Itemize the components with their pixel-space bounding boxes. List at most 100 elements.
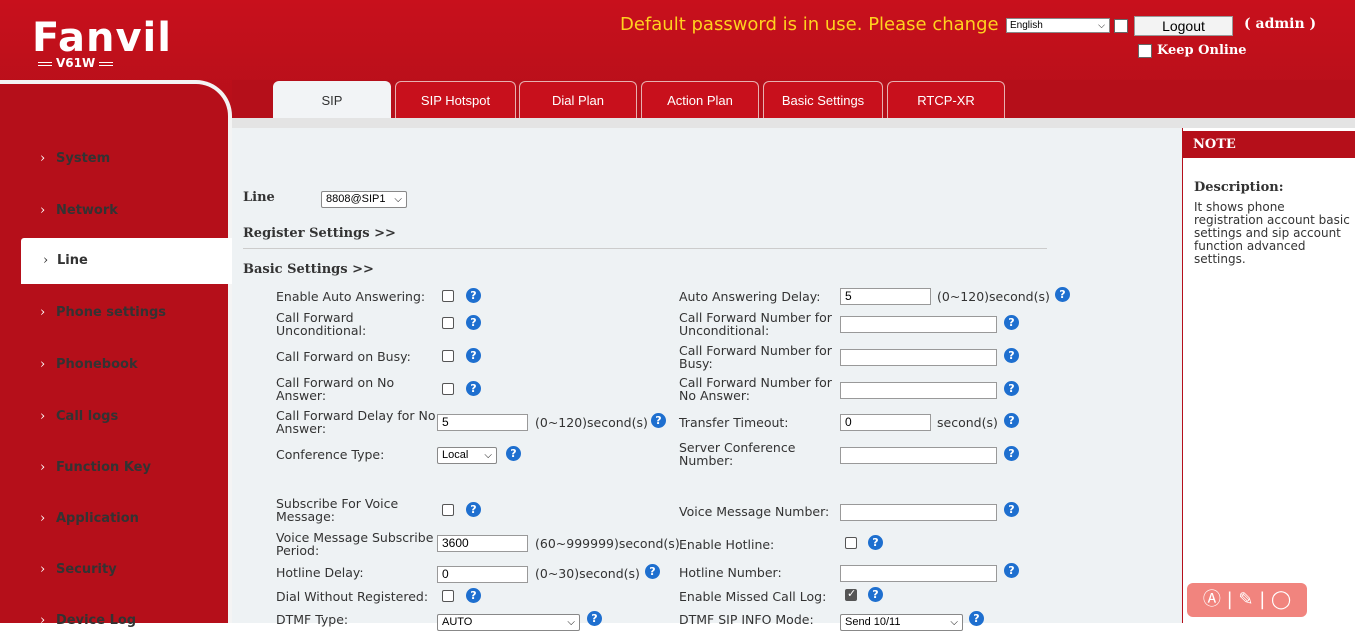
help-icon[interactable]: ?	[868, 535, 883, 550]
dtmf-type-label: DTMF Type:	[276, 612, 349, 627]
enable-hotline-checkbox[interactable]	[845, 537, 857, 549]
sidebar-item-device-log[interactable]: › Device Log	[0, 598, 230, 644]
logout-button[interactable]: Logout	[1134, 16, 1233, 36]
chevron-right-icon: ›	[40, 151, 46, 166]
auto-answer-delay-input[interactable]: 5	[840, 288, 931, 305]
server-conference-input[interactable]	[840, 447, 997, 464]
magic-wand-icon[interactable]: ✎	[1238, 589, 1253, 610]
conference-type-value: Local	[442, 449, 469, 461]
help-icon[interactable]: ?	[1004, 563, 1019, 578]
help-icon[interactable]: ?	[466, 288, 481, 303]
note-description-title: Description:	[1194, 180, 1284, 195]
conference-type-label: Conference Type:	[276, 447, 385, 462]
brand-logo: Fanvil	[32, 15, 172, 61]
transfer-timeout-unit: second(s)	[937, 415, 998, 430]
subscribe-voice-label: Subscribe For Voice Message:	[276, 496, 399, 524]
cfn-busy-input[interactable]	[840, 349, 997, 366]
tab-underline-strip	[232, 118, 1355, 128]
tab-action-plan[interactable]: Action Plan	[641, 81, 759, 118]
keep-online-label: Keep Online	[1157, 43, 1247, 58]
vm-number-input[interactable]	[840, 504, 997, 521]
hotline-number-input[interactable]	[840, 565, 997, 582]
line-select-value: 8808@SIP1	[326, 193, 386, 205]
model-name: V61W	[56, 56, 96, 70]
help-icon[interactable]: ?	[1004, 446, 1019, 461]
ai-icon[interactable]: Ⓐ	[1203, 589, 1221, 610]
cf-delay-input[interactable]: 5	[437, 414, 528, 431]
search-icon[interactable]: ◯	[1271, 589, 1291, 610]
help-icon[interactable]: ?	[587, 611, 602, 626]
vm-period-input[interactable]: 3600	[437, 535, 528, 552]
help-icon[interactable]: ?	[1004, 413, 1019, 428]
cf-no-answer-checkbox[interactable]	[442, 383, 454, 395]
chevron-right-icon: ›	[40, 460, 46, 475]
transfer-timeout-input[interactable]: 0	[840, 414, 931, 431]
basic-settings-toggle[interactable]: Basic Settings >>	[243, 262, 374, 277]
help-icon[interactable]: ?	[1004, 348, 1019, 363]
tab-sip-hotspot[interactable]: SIP Hotspot	[395, 81, 516, 118]
sidebar-item-call-logs[interactable]: › Call logs	[0, 394, 230, 440]
header-checkbox[interactable]	[1114, 19, 1128, 33]
sidebar-item-application[interactable]: › Application	[0, 496, 230, 542]
chevron-right-icon: ›	[40, 562, 46, 577]
help-icon[interactable]: ?	[1004, 381, 1019, 396]
help-icon[interactable]: ?	[466, 381, 481, 396]
auto-answer-label: Enable Auto Answering:	[276, 289, 426, 304]
sidebar-item-security[interactable]: › Security	[0, 547, 230, 593]
chevron-right-icon: ›	[40, 305, 46, 320]
register-settings-toggle[interactable]: Register Settings >>	[243, 226, 396, 241]
keep-online-checkbox[interactable]	[1138, 44, 1152, 58]
tab-basic-settings[interactable]: Basic Settings	[763, 81, 883, 118]
sidebar-item-function-key[interactable]: › Function Key	[0, 445, 230, 491]
ai-toolbar[interactable]: Ⓐ | ✎ | ◯	[1187, 583, 1307, 617]
help-icon[interactable]: ?	[645, 564, 660, 579]
section-divider	[243, 248, 1047, 249]
help-icon[interactable]: ?	[506, 446, 521, 461]
help-icon[interactable]: ?	[466, 348, 481, 363]
help-icon[interactable]: ?	[651, 413, 666, 428]
current-user: ( admin )	[1244, 16, 1317, 32]
subscribe-voice-checkbox[interactable]	[442, 504, 454, 516]
help-icon[interactable]: ?	[1004, 315, 1019, 330]
help-icon[interactable]: ?	[868, 587, 883, 602]
help-icon[interactable]: ?	[466, 588, 481, 603]
chevron-down-icon: ⌵	[1098, 20, 1105, 30]
line-select[interactable]: 8808@SIP1 ⌵	[321, 191, 407, 208]
cf-delay-label: Call Forward Delay for No Answer:	[276, 408, 436, 436]
cf-busy-checkbox[interactable]	[442, 350, 454, 362]
missed-call-log-checkbox[interactable]	[845, 587, 857, 601]
dial-without-registered-checkbox[interactable]	[442, 590, 454, 602]
auto-answer-checkbox[interactable]	[442, 290, 454, 302]
help-icon[interactable]: ?	[969, 611, 984, 626]
sidebar-item-network[interactable]: › Network	[0, 188, 230, 234]
tab-dial-plan[interactable]: Dial Plan	[519, 81, 637, 118]
hotline-delay-label: Hotline Delay:	[276, 565, 364, 580]
cfn-no-answer-input[interactable]	[840, 382, 997, 399]
default-password-warning[interactable]: Default password is in use. Please chang…	[620, 14, 999, 35]
tab-rtcp-xr[interactable]: RTCP-XR	[887, 81, 1005, 118]
cf-unconditional-checkbox[interactable]	[442, 317, 454, 329]
chevron-down-icon: ⌵	[484, 450, 492, 461]
sidebar: › System › Network › Line › Phone settings ›…	[0, 80, 232, 628]
language-select[interactable]: English ⌵	[1006, 18, 1110, 33]
help-icon[interactable]: ?	[1004, 502, 1019, 517]
help-icon[interactable]: ?	[1055, 287, 1070, 302]
conference-type-select[interactable]: Local ⌵	[437, 447, 497, 464]
sidebar-item-phonebook[interactable]: › Phonebook	[0, 342, 230, 388]
help-icon[interactable]: ?	[466, 502, 481, 517]
hotline-delay-input[interactable]: 0	[437, 566, 528, 583]
server-conference-label: Server Conference Number:	[679, 440, 796, 468]
dial-without-registered-label: Dial Without Registered:	[276, 589, 429, 604]
missed-call-log-label: Enable Missed Call Log:	[679, 589, 827, 604]
chevron-right-icon: ›	[40, 357, 46, 372]
cf-delay-unit: (0~120)second(s)	[535, 415, 648, 430]
line-label: Line	[243, 190, 275, 205]
sidebar-item-line[interactable]: › Line	[21, 238, 232, 284]
tab-sip[interactable]: SIP	[273, 81, 391, 118]
sidebar-item-phone-settings[interactable]: › Phone settings	[0, 290, 230, 336]
sidebar-item-system[interactable]: › System	[0, 136, 230, 182]
help-icon[interactable]: ?	[466, 315, 481, 330]
dtmf-sip-info-label: DTMF SIP INFO Mode:	[679, 612, 814, 627]
transfer-timeout-label: Transfer Timeout:	[679, 415, 789, 430]
cfn-unconditional-input[interactable]	[840, 316, 997, 333]
